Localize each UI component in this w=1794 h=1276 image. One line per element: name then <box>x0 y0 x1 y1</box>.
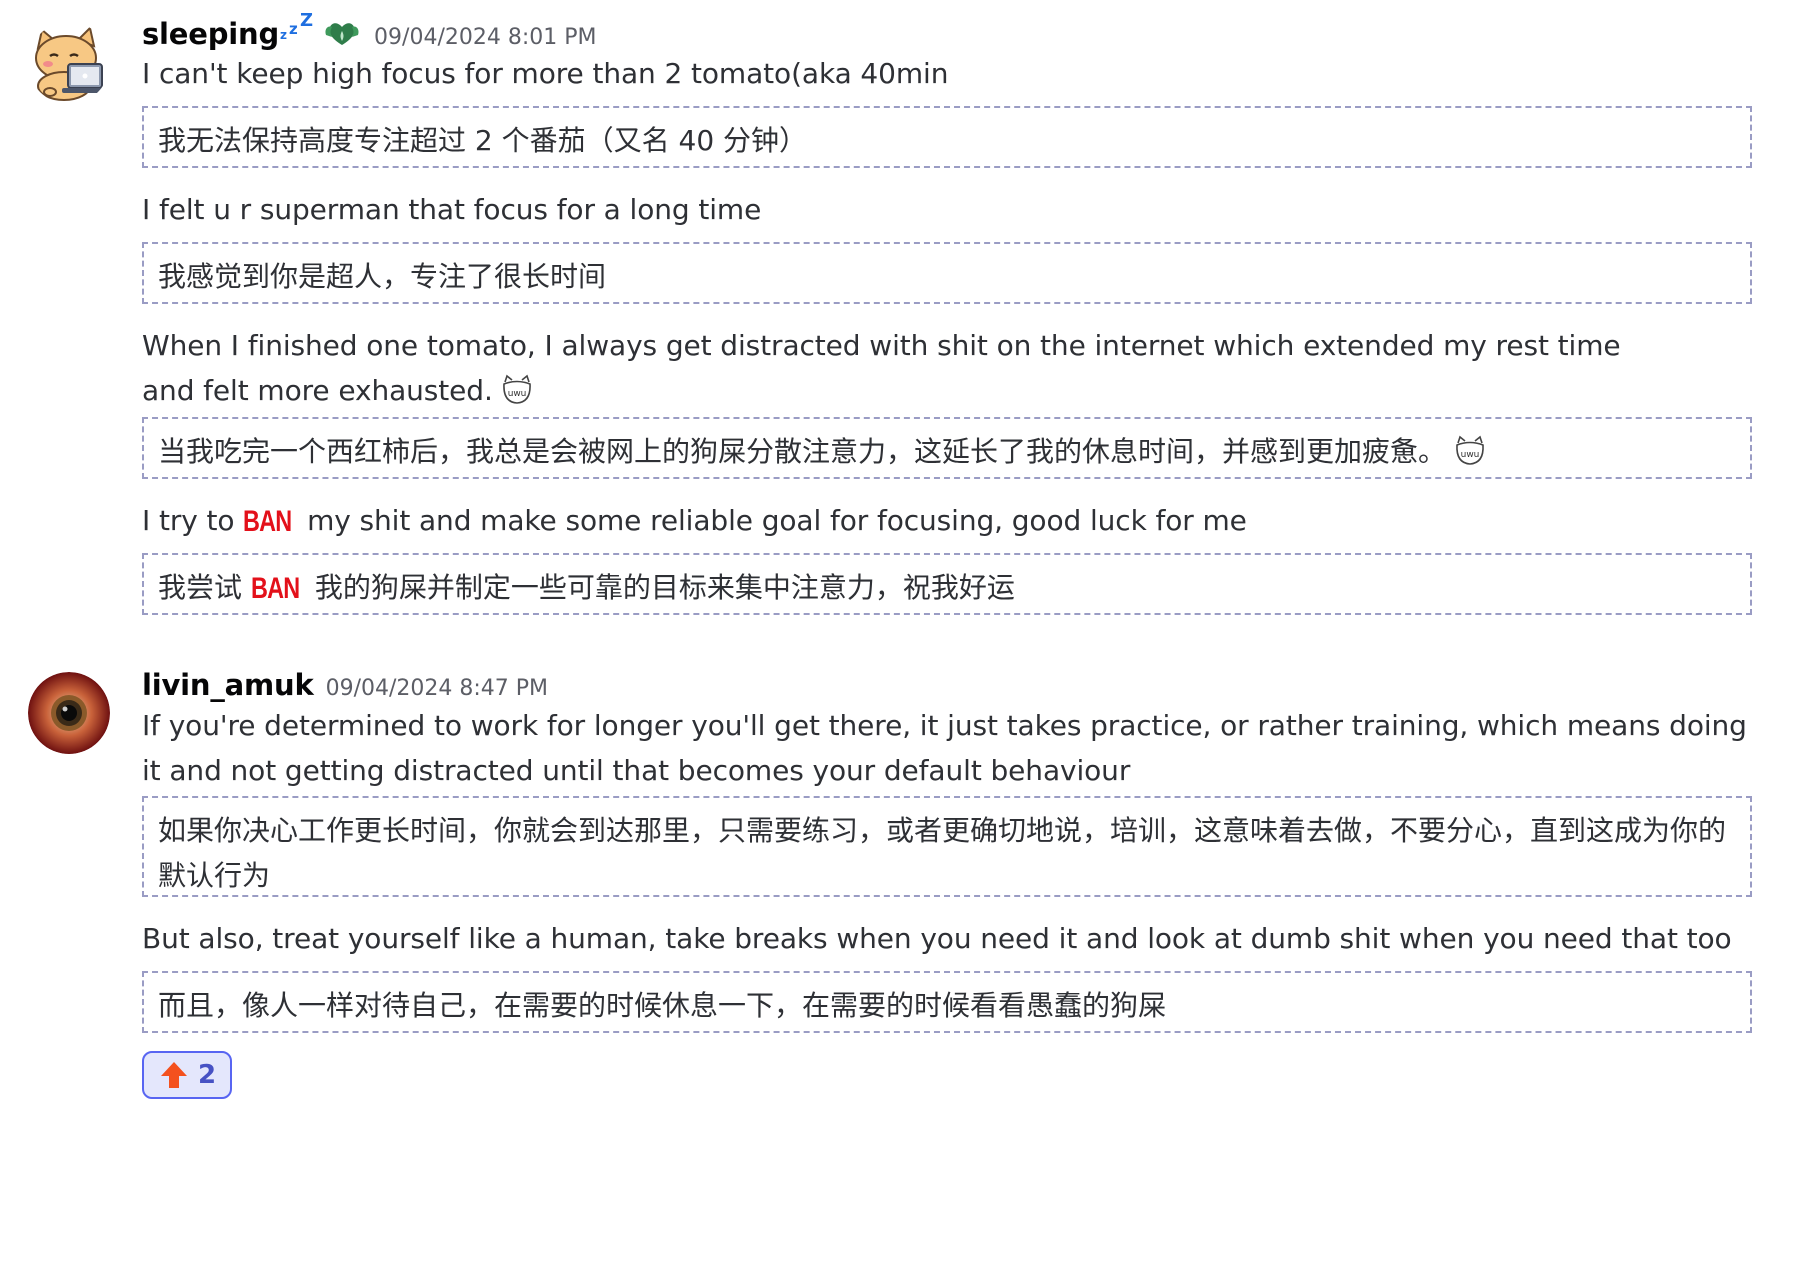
translation-box: 我感觉到你是超人，专注了很长时间 <box>142 242 1752 304</box>
avatar[interactable] <box>28 672 110 754</box>
ban-emoji[interactable]: BAN <box>243 499 292 544</box>
timestamp: 09/04/2024 8:01 PM <box>374 25 597 50</box>
translation-text: 如果你决心工作更长时间，你就会到达那里，只需要练习，或者更确切地说，培训，这意味… <box>158 814 1727 892</box>
message-text: I felt u r superman that focus for a lon… <box>142 193 762 226</box>
eyeball-avatar <box>28 672 110 754</box>
message-text-content: When I finished one tomato, I always get… <box>142 329 1621 407</box>
translation-box: 当我吃完一个西红柿后，我总是会被网上的狗屎分散注意力，这延长了我的休息时间，并感… <box>142 417 1752 479</box>
uwu-cat-emoji[interactable]: uwu <box>1452 433 1488 469</box>
svg-text:uwu: uwu <box>1461 450 1480 460</box>
message-header: livin_amuk 09/04/2024 8:47 PM <box>142 668 548 702</box>
translation-box: 我尝试 BAN 我的狗屎并制定一些可靠的目标来集中注意力，祝我好运 <box>142 553 1752 615</box>
username[interactable]: sleeping <box>142 17 279 51</box>
translation-box: 我无法保持高度专注超过 2 个番茄（又名 40 分钟） <box>142 106 1752 168</box>
up-arrow-icon <box>160 1062 187 1088</box>
reaction-count: 2 <box>197 1060 217 1090</box>
sleeping-zzz-icon: zzZ <box>280 10 314 42</box>
translation-text: 而且，像人一样对待自己，在需要的时候休息一下，在需要的时候看看愚蠢的狗屎 <box>158 989 1167 1022</box>
message-text-after: my shit and make some reliable goal for … <box>307 504 1247 537</box>
translation-text-after: 我的狗屎并制定一些可靠的目标来集中注意力，祝我好运 <box>314 571 1015 604</box>
translation-text: 我无法保持高度专注超过 2 个番茄（又名 40 分钟） <box>158 124 808 157</box>
ban-emoji[interactable]: BAN <box>251 566 300 611</box>
timestamp: 09/04/2024 8:47 PM <box>325 676 549 701</box>
username[interactable]: livin_amuk <box>142 668 314 702</box>
leaf-heart-icon[interactable] <box>322 17 362 49</box>
cat-with-laptop-avatar <box>28 22 110 104</box>
avatar[interactable] <box>28 22 110 104</box>
translation-text: 我感觉到你是超人，专注了很长时间 <box>158 260 607 293</box>
message-text-before: I try to <box>142 504 235 537</box>
message-header: sleeping zzZ 09/04/2024 8:01 PM <box>142 10 597 51</box>
translation-box: 而且，像人一样对待自己，在需要的时候休息一下，在需要的时候看看愚蠢的狗屎 <box>142 971 1752 1033</box>
message-text: I try to BAN my shit and make some relia… <box>142 498 1742 544</box>
translation-box: 如果你决心工作更长时间，你就会到达那里，只需要练习，或者更确切地说，培训，这意味… <box>142 796 1752 897</box>
translation-text-before: 我尝试 <box>158 571 243 604</box>
message-text: When I finished one tomato, I always get… <box>142 323 1672 413</box>
message-text: I can't keep high focus for more than 2 … <box>142 57 949 90</box>
message-text: If you're determined to work for longer … <box>142 709 1747 787</box>
message-text: But also, treat yourself like a human, t… <box>142 922 1732 955</box>
translation-text: 当我吃完一个西红柿后，我总是会被网上的狗屎分散注意力，这延长了我的休息时间，并感… <box>158 435 1447 468</box>
svg-text:uwu: uwu <box>508 389 526 399</box>
reaction-button[interactable]: 2 <box>142 1051 232 1099</box>
uwu-cat-emoji[interactable]: uwu <box>499 372 535 408</box>
